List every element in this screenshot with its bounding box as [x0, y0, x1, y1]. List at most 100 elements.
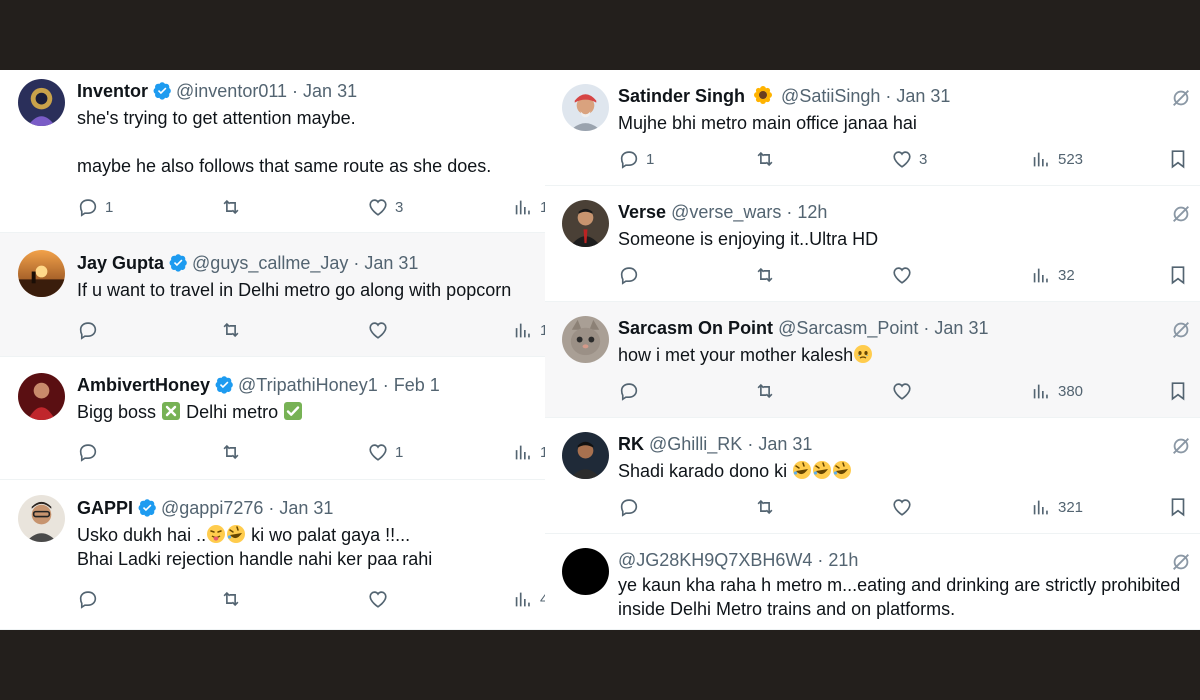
avatar[interactable]: [18, 495, 65, 542]
tweet-text: Usko dukh hai .. ki wo palat gaya !!... …: [77, 525, 433, 569]
retweet-button[interactable]: [754, 148, 776, 170]
views-button[interactable]: 321: [1030, 496, 1083, 518]
like-button[interactable]: [891, 264, 919, 286]
retweet-button[interactable]: [220, 441, 242, 463]
reply-tweet[interactable]: Satinder Singh @SatiiSingh · Jan 31 Mujh…: [545, 70, 1200, 186]
reply-tweet[interactable]: Verse @verse_wars · 12h Someone is enjoy…: [545, 186, 1200, 302]
user-handle[interactable]: @TripathiHoney1: [238, 375, 378, 395]
user-name[interactable]: Inventor: [77, 81, 148, 101]
avatar[interactable]: [18, 373, 65, 420]
like-button[interactable]: [367, 319, 395, 341]
tweet-date[interactable]: · Jan 31: [923, 318, 988, 338]
slashed-circle-icon[interactable]: [1170, 551, 1192, 573]
like-button[interactable]: [367, 588, 395, 610]
user-name[interactable]: GAPPI: [77, 498, 133, 518]
retweet-arrows-icon: [757, 267, 773, 283]
retweet-arrows-icon: [223, 322, 239, 338]
user-handle[interactable]: @guys_callme_Jay: [192, 253, 348, 273]
user-name[interactable]: Jay Gupta: [77, 253, 164, 273]
reply-button[interactable]: 1: [77, 196, 113, 218]
avatar[interactable]: [562, 84, 609, 131]
bookmark-button[interactable]: [1167, 148, 1189, 170]
speech-bubble-icon: [620, 151, 638, 169]
like-button[interactable]: 3: [367, 196, 403, 218]
verified-badge-icon: [169, 254, 187, 272]
retweet-button[interactable]: [754, 380, 776, 402]
user-name[interactable]: Sarcasm On Point: [618, 318, 773, 338]
bookmark-icon: [1171, 150, 1185, 169]
views-button[interactable]: 32: [1030, 264, 1075, 286]
retweet-button[interactable]: [754, 496, 776, 518]
views-button[interactable]: 1: [512, 196, 545, 218]
like-button[interactable]: [891, 496, 919, 518]
retweet-button[interactable]: [754, 264, 776, 286]
reply-button[interactable]: [618, 496, 646, 518]
slashed-circle-icon[interactable]: [1170, 203, 1192, 225]
user-handle[interactable]: @gappi7276: [161, 498, 263, 518]
user-name[interactable]: RK: [618, 434, 644, 454]
user-name[interactable]: AmbivertHoney: [77, 375, 210, 395]
reply-button[interactable]: [618, 264, 646, 286]
user-handle[interactable]: @Ghilli_RK: [649, 434, 742, 454]
avatar[interactable]: [562, 432, 609, 479]
reply-button[interactable]: [77, 588, 105, 610]
slashed-circle-icon[interactable]: [1170, 319, 1192, 341]
user-name[interactable]: Satinder Singh: [618, 86, 745, 106]
tongue-wink-emoji-icon: [207, 525, 226, 543]
tweet-date[interactable]: · 21h: [817, 550, 858, 570]
avatar[interactable]: [18, 250, 65, 297]
reply-tweet[interactable]: RK @Ghilli_RK · Jan 31 Shadi karado dono…: [545, 418, 1200, 534]
user-handle[interactable]: @Sarcasm_Point: [778, 318, 918, 338]
slashed-circle-icon[interactable]: [1170, 435, 1192, 457]
avatar[interactable]: [562, 316, 609, 363]
tweet-date[interactable]: · Jan 31: [268, 498, 333, 518]
heart-icon: [893, 151, 911, 168]
tweet-date[interactable]: · Jan 31: [353, 253, 418, 273]
tweet-actions: 32: [618, 264, 1200, 288]
reply-button[interactable]: 1: [618, 148, 654, 170]
reply-button[interactable]: [618, 380, 646, 402]
retweet-button[interactable]: [220, 196, 242, 218]
tweet-date[interactable]: · Feb 1: [383, 375, 440, 395]
views-button[interactable]: 4: [512, 588, 545, 610]
like-button[interactable]: 1: [367, 441, 403, 463]
user-name[interactable]: Verse: [618, 202, 666, 222]
reply-tweet[interactable]: Sarcasm On Point @Sarcasm_Point · Jan 31…: [545, 302, 1200, 418]
tweet-text: Someone is enjoying it..Ultra HD: [618, 229, 879, 249]
reply-button[interactable]: [77, 319, 105, 341]
views-button[interactable]: 1: [512, 441, 545, 463]
tweet-date[interactable]: · 12h: [786, 202, 827, 222]
retweet-button[interactable]: [220, 319, 242, 341]
reply-button[interactable]: [77, 441, 105, 463]
user-handle[interactable]: @JG28KH9Q7XBH6W4: [618, 550, 812, 570]
user-handle[interactable]: @inventor011: [176, 81, 287, 101]
tweet-actions: 1 3 523: [618, 148, 1200, 172]
reply-tweet[interactable]: AmbivertHoney @TripathiHoney1 · Feb 1 Big…: [0, 357, 545, 480]
bookmark-button[interactable]: [1167, 496, 1189, 518]
views-button[interactable]: 1: [512, 319, 545, 341]
retweet-arrows-icon: [223, 444, 239, 460]
like-button[interactable]: 3: [891, 148, 927, 170]
reply-tweet[interactable]: Inventor @inventor011 · Jan 31 she's tryi…: [0, 70, 545, 233]
bookmark-button[interactable]: [1167, 264, 1189, 286]
speech-bubble-icon: [620, 267, 638, 285]
rofl-emoji-icon: [813, 461, 832, 479]
tweet-date[interactable]: · Jan 31: [747, 434, 812, 454]
slashed-circle-icon[interactable]: [1170, 87, 1192, 109]
user-handle[interactable]: @SatiiSingh: [781, 86, 880, 106]
avatar[interactable]: [562, 548, 609, 595]
tweet-date[interactable]: · Jan 31: [292, 81, 357, 101]
verified-badge-icon: [215, 376, 233, 394]
user-handle[interactable]: @verse_wars: [671, 202, 781, 222]
reply-tweet[interactable]: Jay Gupta @guys_callme_Jay · Jan 31 If u …: [0, 233, 545, 357]
views-button[interactable]: 523: [1030, 148, 1083, 170]
avatar[interactable]: [562, 200, 609, 247]
reply-tweet[interactable]: @JG28KH9Q7XBH6W4 · 21h ye kaun kha raha …: [545, 534, 1200, 630]
views-button[interactable]: 380: [1030, 380, 1083, 402]
bookmark-button[interactable]: [1167, 380, 1189, 402]
like-button[interactable]: [891, 380, 919, 402]
retweet-button[interactable]: [220, 588, 242, 610]
heart-icon: [893, 383, 911, 400]
tweet-date[interactable]: · Jan 31: [885, 86, 950, 106]
avatar[interactable]: [18, 79, 65, 126]
